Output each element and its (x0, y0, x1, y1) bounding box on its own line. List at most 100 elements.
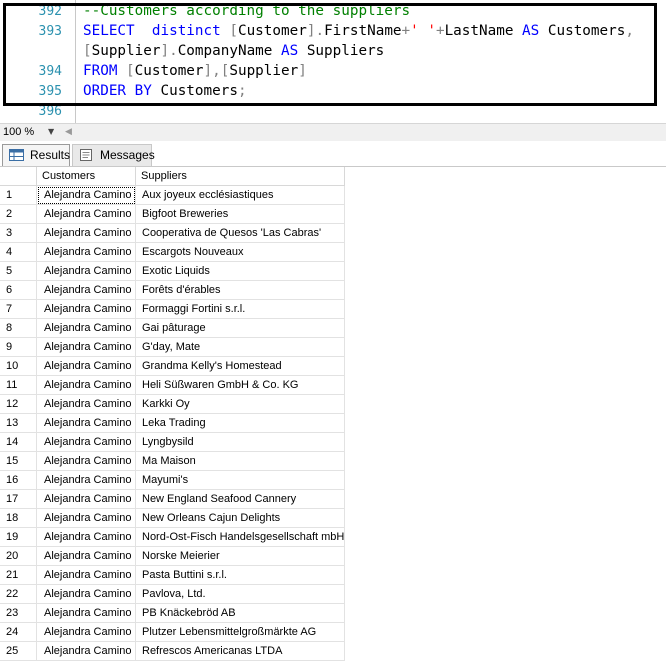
supplier-cell[interactable]: Ma Maison (136, 452, 345, 471)
table-row[interactable]: 9 Alejandra Camino G'day, Mate (0, 338, 345, 357)
row-number[interactable]: 3 (0, 224, 37, 243)
table-row[interactable]: 11 Alejandra Camino Heli Süßwaren GmbH & C… (0, 376, 345, 395)
supplier-cell[interactable]: Heli Süßwaren GmbH & Co. KG (136, 376, 345, 395)
supplier-cell[interactable]: Pavlova, Ltd. (136, 585, 345, 604)
table-row[interactable]: 25 Alejandra Camino Refrescos Americanas L… (0, 642, 345, 661)
row-number[interactable]: 10 (0, 357, 37, 376)
row-number[interactable]: 20 (0, 547, 37, 566)
customer-cell[interactable]: Alejandra Camino (37, 319, 136, 338)
supplier-cell[interactable]: Leka Trading (136, 414, 345, 433)
customer-cell[interactable]: Alejandra Camino (37, 395, 136, 414)
customer-cell[interactable]: Alejandra Camino (37, 433, 136, 452)
supplier-cell[interactable]: Pasta Buttini s.r.l. (136, 566, 345, 585)
customer-cell[interactable]: Alejandra Camino (37, 205, 136, 224)
table-row[interactable]: 14 Alejandra Camino Lyngbysild (0, 433, 345, 452)
row-number[interactable]: 8 (0, 319, 37, 338)
supplier-cell[interactable]: Mayumi's (136, 471, 345, 490)
customer-cell[interactable]: Alejandra Camino (37, 376, 136, 395)
table-row[interactable]: 6 Alejandra Camino Forêts d'érables (0, 281, 345, 300)
customer-cell[interactable]: Alejandra Camino (37, 300, 136, 319)
table-row[interactable]: 21 Alejandra Camino Pasta Buttini s.r.l. (0, 566, 345, 585)
row-number[interactable]: 14 (0, 433, 37, 452)
supplier-cell[interactable]: Forêts d'érables (136, 281, 345, 300)
chevron-down-icon[interactable]: ▼ (48, 124, 54, 140)
row-number[interactable]: 4 (0, 243, 37, 262)
table-row[interactable]: 10 Alejandra Camino Grandma Kelly's Homest… (0, 357, 345, 376)
customer-cell[interactable]: Alejandra Camino (37, 490, 136, 509)
table-row[interactable]: 2 Alejandra Camino Bigfoot Breweries (0, 205, 345, 224)
table-row[interactable]: 3 Alejandra Camino Cooperativa de Quesos '… (0, 224, 345, 243)
row-number[interactable]: 18 (0, 509, 37, 528)
row-number[interactable]: 12 (0, 395, 37, 414)
customer-cell[interactable]: Alejandra Camino (37, 509, 136, 528)
customer-cell[interactable]: Alejandra Camino (37, 566, 136, 585)
row-number[interactable]: 11 (0, 376, 37, 395)
sql-editor[interactable]: 392 393 394 395 396 --Customers accordin… (0, 0, 666, 123)
table-row[interactable]: 8 Alejandra Camino Gai pâturage (0, 319, 345, 338)
customer-cell[interactable]: Alejandra Camino (37, 547, 136, 566)
row-number[interactable]: 1 (0, 186, 37, 205)
table-row[interactable]: 24 Alejandra Camino Plutzer Lebensmittelgr… (0, 623, 345, 642)
row-number[interactable]: 22 (0, 585, 37, 604)
table-row[interactable]: 22 Alejandra Camino Pavlova, Ltd. (0, 585, 345, 604)
supplier-cell[interactable]: Lyngbysild (136, 433, 345, 452)
customer-cell[interactable]: Alejandra Camino (37, 585, 136, 604)
supplier-cell[interactable]: Exotic Liquids (136, 262, 345, 281)
supplier-cell[interactable]: Grandma Kelly's Homestead (136, 357, 345, 376)
row-number[interactable]: 9 (0, 338, 37, 357)
table-row[interactable]: 23 Alejandra Camino PB Knäckebröd AB (0, 604, 345, 623)
table-row[interactable]: 17 Alejandra Camino New England Seafood Ca… (0, 490, 345, 509)
supplier-cell[interactable]: Formaggi Fortini s.r.l. (136, 300, 345, 319)
supplier-cell[interactable]: New Orleans Cajun Delights (136, 509, 345, 528)
supplier-cell[interactable]: New England Seafood Cannery (136, 490, 345, 509)
tab-messages[interactable]: Messages (72, 144, 155, 166)
row-number[interactable]: 19 (0, 528, 37, 547)
supplier-cell[interactable]: Karkki Oy (136, 395, 345, 414)
customer-cell[interactable]: Alejandra Camino (37, 186, 136, 205)
row-number[interactable]: 24 (0, 623, 37, 642)
supplier-cell[interactable]: Cooperativa de Quesos 'Las Cabras' (136, 224, 345, 243)
customer-cell[interactable]: Alejandra Camino (37, 338, 136, 357)
row-number[interactable]: 2 (0, 205, 37, 224)
table-row[interactable]: 13 Alejandra Camino Leka Trading (0, 414, 345, 433)
table-row[interactable]: 4 Alejandra Camino Escargots Nouveaux (0, 243, 345, 262)
supplier-cell[interactable]: Escargots Nouveaux (136, 243, 345, 262)
supplier-cell[interactable]: PB Knäckebröd AB (136, 604, 345, 623)
row-number[interactable]: 5 (0, 262, 37, 281)
scroll-left-icon[interactable]: ◀ (65, 124, 72, 140)
table-row[interactable]: 1 Alejandra Camino Aux joyeux ecclésiastiq… (0, 186, 345, 205)
supplier-cell[interactable]: Plutzer Lebensmittelgroßmärkte AG (136, 623, 345, 642)
customer-cell[interactable]: Alejandra Camino (37, 281, 136, 300)
table-row[interactable]: 16 Alejandra Camino Mayumi's (0, 471, 345, 490)
row-number[interactable]: 7 (0, 300, 37, 319)
customer-cell[interactable]: Alejandra Camino (37, 623, 136, 642)
customer-cell[interactable]: Alejandra Camino (37, 604, 136, 623)
supplier-cell[interactable]: Refrescos Americanas LTDA (136, 642, 345, 661)
customer-cell[interactable]: Alejandra Camino (37, 414, 136, 433)
supplier-cell[interactable]: Aux joyeux ecclésiastiques (136, 186, 345, 205)
table-row[interactable]: 20 Alejandra Camino Norske Meierier (0, 547, 345, 566)
row-number[interactable]: 6 (0, 281, 37, 300)
customer-cell[interactable]: Alejandra Camino (37, 642, 136, 661)
customer-cell[interactable]: Alejandra Camino (37, 243, 136, 262)
supplier-cell[interactable]: Nord-Ost-Fisch Handelsgesellschaft mbH (136, 528, 345, 547)
table-row[interactable]: 5 Alejandra Camino Exotic Liquids (0, 262, 345, 281)
table-row[interactable]: 12 Alejandra Camino Karkki Oy (0, 395, 345, 414)
supplier-cell[interactable]: Norske Meierier (136, 547, 345, 566)
customer-cell[interactable]: Alejandra Camino (37, 471, 136, 490)
table-row[interactable]: 18 Alejandra Camino New Orleans Cajun Deli… (0, 509, 345, 528)
supplier-cell[interactable]: Gai pâturage (136, 319, 345, 338)
tab-results[interactable]: Results (2, 144, 70, 166)
table-row[interactable]: 19 Alejandra Camino Nord-Ost-Fisch Handels… (0, 528, 345, 547)
row-number[interactable]: 21 (0, 566, 37, 585)
customer-cell[interactable]: Alejandra Camino (37, 528, 136, 547)
row-header-corner[interactable] (0, 167, 37, 186)
column-header-customers[interactable]: Customers (37, 167, 136, 186)
column-header-suppliers[interactable]: Suppliers (136, 167, 345, 186)
supplier-cell[interactable]: Bigfoot Breweries (136, 205, 345, 224)
row-number[interactable]: 25 (0, 642, 37, 661)
row-number[interactable]: 16 (0, 471, 37, 490)
customer-cell[interactable]: Alejandra Camino (37, 357, 136, 376)
supplier-cell[interactable]: G'day, Mate (136, 338, 345, 357)
customer-cell[interactable]: Alejandra Camino (37, 262, 136, 281)
